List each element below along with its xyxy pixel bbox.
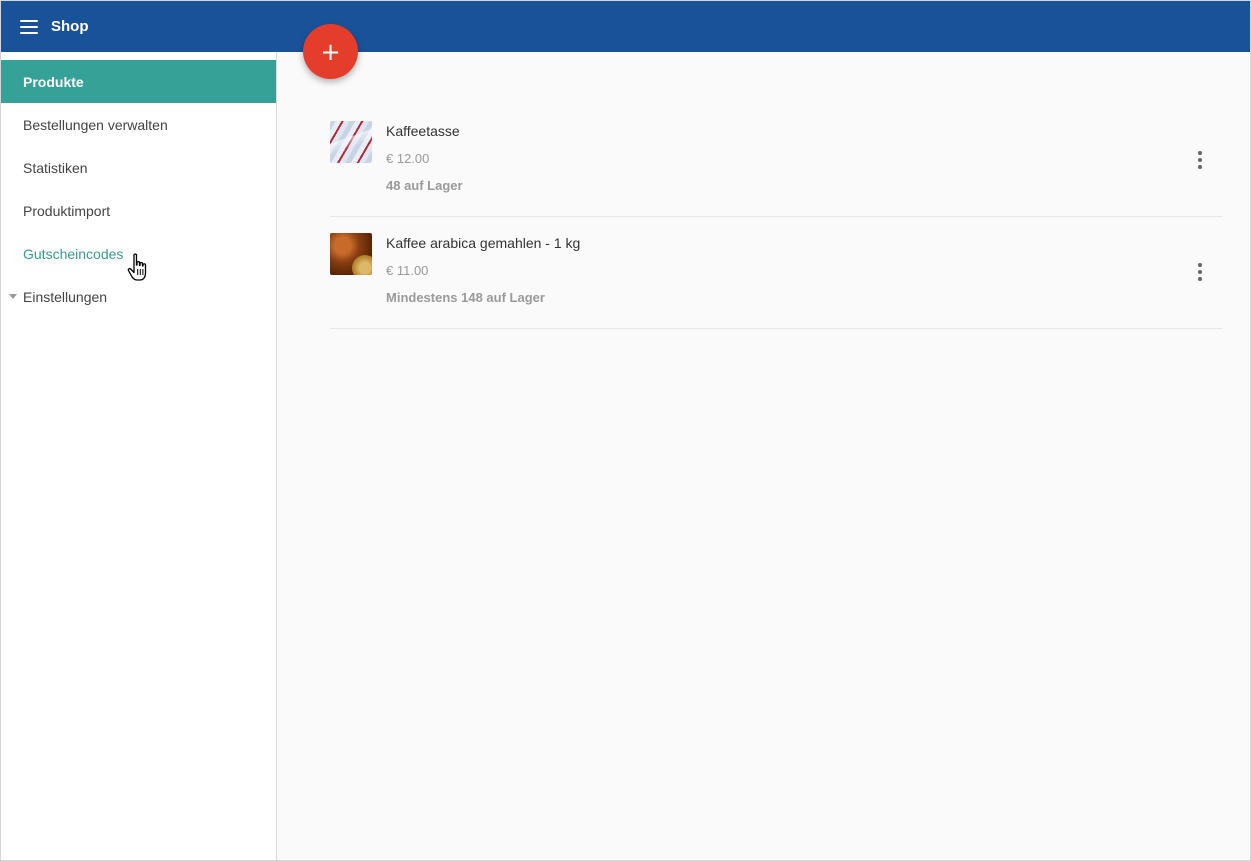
more-vert-icon[interactable]: [1194, 263, 1206, 281]
product-price: € 12.00: [386, 151, 430, 166]
product-list-item[interactable]: Kaffeetasse € 12.00 48 auf Lager: [330, 105, 1223, 217]
caret-down-icon[interactable]: [9, 294, 17, 299]
product-price: € 11.00: [386, 263, 429, 278]
product-stock: 48 auf Lager: [386, 178, 463, 193]
sidebar-item-label: Produktimport: [23, 202, 111, 219]
plus-icon: +: [320, 37, 341, 66]
ground-coffee-image: [330, 233, 372, 275]
sidebar-item-label: Produkte: [23, 73, 84, 90]
sidebar-item-label: Einstellungen: [23, 288, 108, 305]
top-app-bar: Shop: [1, 1, 1250, 52]
product-list: Kaffeetasse € 12.00 48 auf Lager Kaffee …: [330, 105, 1223, 329]
product-list-item[interactable]: Kaffee arabica gemahlen - 1 kg € 11.00 M…: [330, 217, 1223, 329]
product-stock: Mindestens 148 auf Lager: [386, 290, 545, 305]
app-window: Shop + Produkte Bestellungen verwalten S…: [0, 0, 1251, 861]
app-title: Shop: [51, 18, 89, 35]
sidebar-item-label: Statistiken: [23, 159, 88, 176]
sidebar-item-label: Bestellungen verwalten: [23, 116, 168, 133]
product-name: Kaffeetasse: [386, 123, 460, 139]
sidebar-item-label: Gutscheincodes: [23, 245, 124, 262]
more-vert-icon[interactable]: [1194, 151, 1206, 169]
sidebar: Produkte Bestellungen verwalten Statisti…: [1, 52, 277, 860]
sidebar-item-produkte[interactable]: Produkte: [1, 60, 276, 103]
hand-cursor-icon: [127, 253, 147, 281]
sidebar-item-produktimport[interactable]: Produktimport: [1, 189, 276, 232]
add-product-button[interactable]: +: [303, 24, 358, 79]
coffee-cup-image: [330, 121, 372, 163]
menu-icon[interactable]: [20, 19, 38, 34]
sidebar-item-bestellungen[interactable]: Bestellungen verwalten: [1, 103, 276, 146]
product-name: Kaffee arabica gemahlen - 1 kg: [386, 235, 581, 251]
sidebar-item-statistiken[interactable]: Statistiken: [1, 146, 276, 189]
